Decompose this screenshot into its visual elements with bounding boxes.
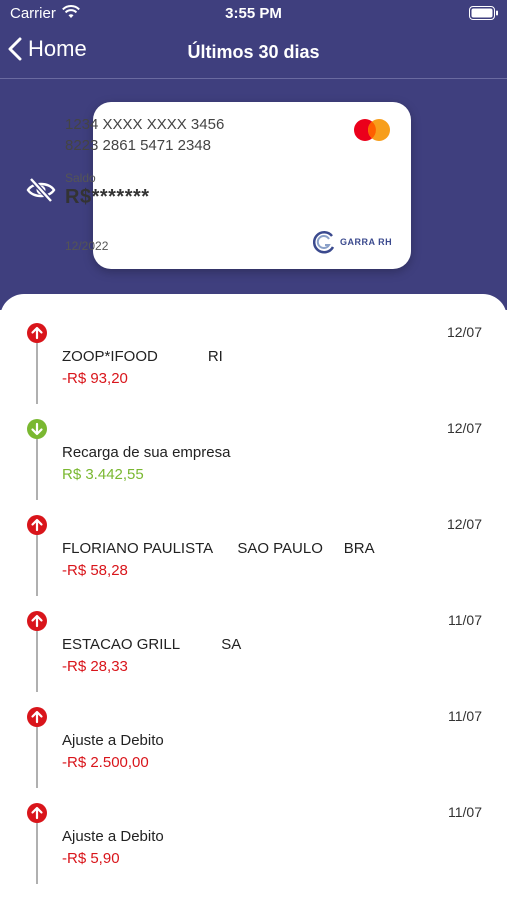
arrow-up-icon bbox=[27, 611, 47, 631]
battery-icon bbox=[469, 6, 498, 20]
transaction-item[interactable]: 12/07 Recarga de sua empresa R$ 3.442,55 bbox=[0, 410, 507, 506]
timeline-line bbox=[36, 438, 38, 500]
status-time: 3:55 PM bbox=[225, 5, 282, 22]
transaction-description: ESTACAO GRILL SA bbox=[62, 636, 242, 653]
company-name: GARRA RH bbox=[340, 237, 393, 247]
transaction-date: 11/07 bbox=[448, 804, 482, 820]
transaction-description: ZOOP*IFOOD RI bbox=[62, 348, 223, 365]
transaction-date: 11/07 bbox=[448, 708, 482, 724]
arrow-down-icon bbox=[27, 419, 47, 439]
timeline-line bbox=[36, 342, 38, 404]
transaction-description: Recarga de sua empresa bbox=[62, 444, 231, 461]
balance-value: R$******* bbox=[65, 186, 150, 208]
transaction-date: 12/07 bbox=[446, 420, 482, 436]
transaction-amount: R$ 3.442,55 bbox=[62, 466, 144, 483]
balance-label: Saldo bbox=[65, 171, 96, 185]
transaction-date: 12/07 bbox=[446, 324, 482, 340]
transaction-amount: -R$ 93,20 bbox=[62, 370, 128, 387]
transaction-description: Ajuste a Debito bbox=[62, 732, 164, 749]
timeline-line bbox=[36, 726, 38, 788]
transaction-amount: -R$ 58,28 bbox=[62, 562, 128, 579]
company-logo-icon bbox=[313, 231, 335, 254]
card-number-line2: 8223 2861 5471 2348 bbox=[65, 137, 211, 154]
arrow-up-icon bbox=[27, 803, 47, 823]
company-logo: GARRA RH bbox=[313, 230, 392, 254]
transaction-item[interactable]: 12/07 ZOOP*IFOOD RI -R$ 93,20 bbox=[0, 314, 507, 410]
timeline-line bbox=[36, 534, 38, 596]
transaction-description: FLORIANO PAULISTA SAO PAULO BRA bbox=[62, 540, 375, 557]
transaction-item[interactable]: 12/07 FLORIANO PAULISTA SAO PAULO BRA -R… bbox=[0, 506, 507, 602]
status-bar: Carrier 3:55 PM bbox=[0, 0, 507, 28]
arrow-up-icon bbox=[27, 707, 47, 727]
eye-off-icon[interactable] bbox=[25, 174, 57, 206]
timeline-line bbox=[36, 630, 38, 692]
transaction-item[interactable]: 11/07 ESTACAO GRILL SA -R$ 28,33 bbox=[0, 602, 507, 698]
transaction-item[interactable]: 11/07 Ajuste a Debito -R$ 2.500,00 bbox=[0, 698, 507, 794]
transaction-amount: -R$ 2.500,00 bbox=[62, 754, 149, 771]
transaction-date: 12/07 bbox=[446, 516, 482, 532]
transaction-date: 11/07 bbox=[448, 612, 482, 628]
navigation-bar: Home Últimos 30 dias bbox=[0, 28, 507, 78]
page-title: Últimos 30 dias bbox=[187, 42, 320, 62]
arrow-up-icon bbox=[27, 515, 47, 535]
card-expiry: 12/2022 bbox=[65, 239, 109, 253]
card-number-line1: 1234 XXXX XXXX 3456 bbox=[65, 116, 225, 133]
mastercard-icon bbox=[354, 119, 390, 141]
timeline-line bbox=[36, 822, 38, 884]
nav-divider bbox=[0, 78, 507, 79]
arrow-up-icon bbox=[27, 323, 47, 343]
transactions-list: 12/07 ZOOP*IFOOD RI -R$ 93,20 12/07 Reca… bbox=[0, 294, 507, 900]
transaction-item[interactable]: 11/07 Ajuste a Debito -R$ 5,90 bbox=[0, 794, 507, 890]
transaction-amount: -R$ 28,33 bbox=[62, 658, 128, 675]
transaction-description: Ajuste a Debito bbox=[62, 828, 164, 845]
transaction-amount: -R$ 5,90 bbox=[62, 850, 120, 867]
